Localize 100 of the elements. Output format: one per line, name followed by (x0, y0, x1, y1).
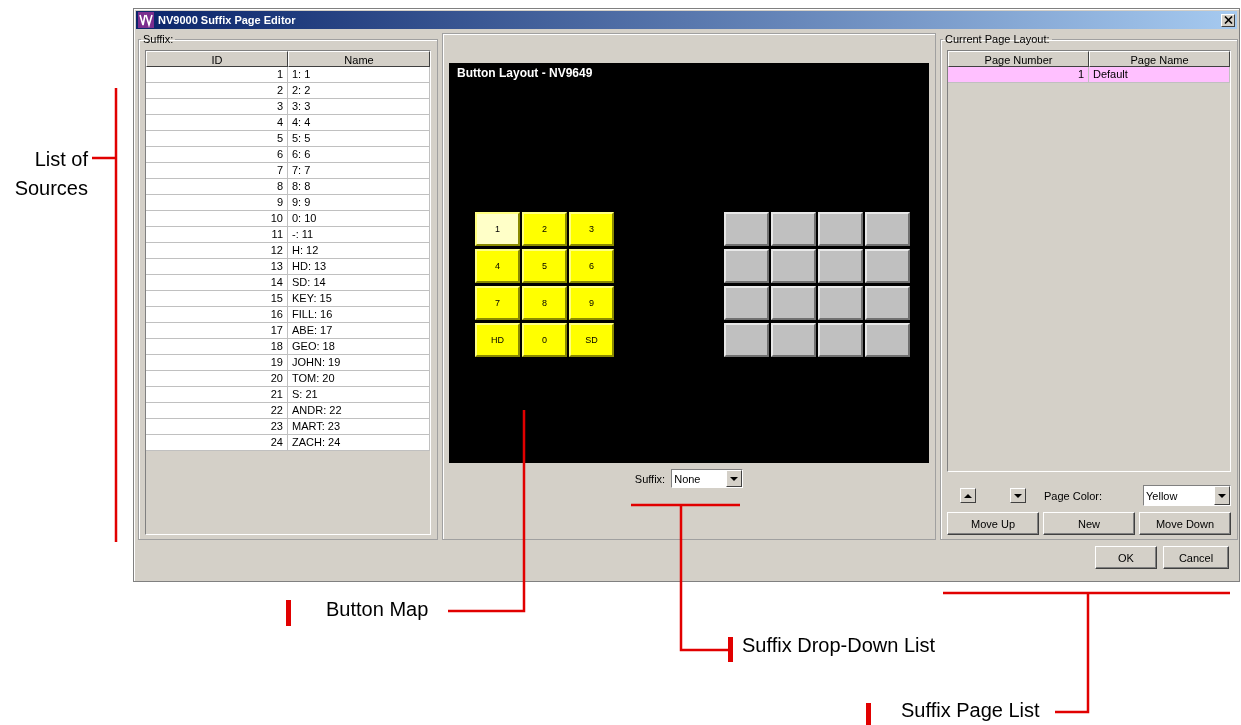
callout-label: Suffix Page List (901, 699, 1040, 722)
keypad-button[interactable]: 6 (569, 249, 614, 283)
table-cell: 1 (948, 67, 1089, 83)
table-cell: ZACH: 24 (288, 435, 430, 451)
table-cell: 5: 5 (288, 131, 430, 147)
table-cell: 1: 1 (288, 67, 430, 83)
table-cell: 14 (146, 275, 288, 291)
keypad-button[interactable]: 1 (475, 212, 520, 246)
page-button[interactable]: Move Up (947, 512, 1039, 535)
table-cell: -: 11 (288, 227, 430, 243)
table-cell: 21 (146, 387, 288, 403)
blank-button[interactable] (865, 323, 910, 357)
table-cell: 1 (146, 67, 288, 83)
blank-button[interactable] (771, 249, 816, 283)
table-cell: 22 (146, 403, 288, 419)
dialog-button[interactable]: Cancel (1163, 546, 1229, 569)
table-cell: SD: 14 (288, 275, 430, 291)
blank-button[interactable] (818, 323, 863, 357)
callout-label: List of Sources (13, 147, 88, 201)
column-header[interactable]: Page Number (948, 51, 1089, 67)
keypad-button[interactable]: 7 (475, 286, 520, 320)
keypad-button[interactable]: SD (569, 323, 614, 357)
blank-button[interactable] (818, 286, 863, 320)
marker-tick (728, 637, 733, 662)
table-cell: KEY: 15 (288, 291, 430, 307)
caret-icon (1218, 493, 1226, 498)
table-cell: 4: 4 (288, 115, 430, 131)
table-cell: 3 (146, 99, 288, 115)
callout-label: Button Map (326, 598, 429, 621)
table-cell: 2 (146, 83, 288, 99)
group-label: Suffix: (142, 33, 175, 45)
column-header[interactable]: Page Name (1089, 51, 1230, 67)
table-cell: TOM: 20 (288, 371, 430, 387)
blank-button[interactable] (724, 286, 769, 320)
keypad-button[interactable]: 8 (522, 286, 567, 320)
blank-button[interactable] (724, 323, 769, 357)
keypad-button[interactable]: 0 (522, 323, 567, 357)
table-cell: 3: 3 (288, 99, 430, 115)
keypad-button[interactable]: 3 (569, 212, 614, 246)
down-arrow-icon (1014, 493, 1022, 498)
close-button[interactable] (1221, 13, 1235, 27)
marker-tick (286, 600, 291, 626)
table-cell: Default (1089, 67, 1230, 83)
table-cell: H: 12 (288, 243, 430, 259)
blank-button[interactable] (818, 249, 863, 283)
keypad-button[interactable]: 5 (522, 249, 567, 283)
blank-button[interactable] (771, 286, 816, 320)
table-cell: 10 (146, 211, 288, 227)
table-cell: JOHN: 19 (288, 355, 430, 371)
page-button[interactable]: New (1043, 512, 1135, 535)
table-cell: HD: 13 (288, 259, 430, 275)
blank-button[interactable] (865, 212, 910, 246)
page-color-label: Page Color: (1044, 489, 1104, 502)
blank-button[interactable] (865, 286, 910, 320)
table-cell: 13 (146, 259, 288, 275)
table-cell: GEO: 18 (288, 339, 430, 355)
blank-button[interactable] (724, 249, 769, 283)
callout-label: Suffix Drop-Down List (742, 634, 936, 657)
table-cell: ANDR: 22 (288, 403, 430, 419)
table-cell: 9: 9 (288, 195, 430, 211)
page-color-dropdown[interactable]: Yellow (1143, 485, 1231, 506)
page-button[interactable]: Move Down (1139, 512, 1231, 535)
window-title: NV9000 Suffix Page Editor (158, 14, 297, 26)
caret-icon (730, 476, 739, 481)
down-arrow-button[interactable] (1010, 488, 1026, 503)
table-cell: 24 (146, 435, 288, 451)
column-header[interactable]: Name (288, 51, 430, 67)
blank-button[interactable] (771, 323, 816, 357)
blank-button[interactable] (818, 212, 863, 246)
table-cell: 6 (146, 147, 288, 163)
keypad-button[interactable]: 4 (475, 249, 520, 283)
table-cell: 5 (146, 131, 288, 147)
table-cell: FILL: 16 (288, 307, 430, 323)
table-cell: 0: 10 (288, 211, 430, 227)
table-cell: 9 (146, 195, 288, 211)
table-cell: 18 (146, 339, 288, 355)
keypad-button[interactable]: 2 (522, 212, 567, 246)
table-cell: 17 (146, 323, 288, 339)
blank-button[interactable] (771, 212, 816, 246)
table-cell: 19 (146, 355, 288, 371)
keypad-button[interactable]: 9 (569, 286, 614, 320)
table-cell: S: 21 (288, 387, 430, 403)
table-cell: MART: 23 (288, 419, 430, 435)
blank-button[interactable] (724, 212, 769, 246)
table-cell: 2: 2 (288, 83, 430, 99)
blank-button[interactable] (865, 249, 910, 283)
up-arrow-button[interactable] (960, 488, 976, 503)
close-icon (1223, 16, 1233, 24)
up-arrow-icon (964, 493, 972, 498)
keypad-button[interactable]: HD (475, 323, 520, 357)
column-header[interactable]: ID (146, 51, 288, 67)
table-cell: 7: 7 (288, 163, 430, 179)
suffix-label: Suffix: (634, 472, 666, 485)
table-cell: 11 (146, 227, 288, 243)
dialog-button[interactable]: OK (1095, 546, 1157, 569)
suffix-dropdown[interactable]: None (671, 469, 744, 488)
table-cell: 20 (146, 371, 288, 387)
app-logo-icon (138, 12, 154, 28)
page-row[interactable]: 1 Default (948, 67, 1230, 83)
group-label: Current Page Layout: (944, 33, 1051, 45)
